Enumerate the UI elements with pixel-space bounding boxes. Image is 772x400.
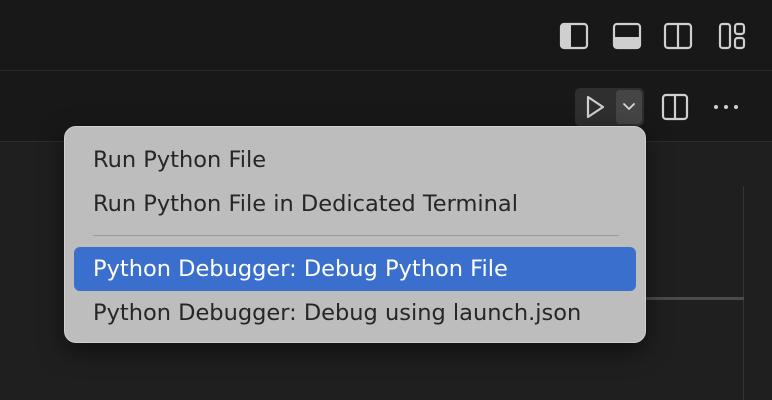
menu-item-label: Python Debugger: Debug Python File	[93, 256, 508, 282]
run-python-file-button[interactable]	[575, 88, 615, 126]
run-dropdown-button[interactable]	[616, 90, 642, 124]
more-actions-icon	[714, 105, 738, 109]
menu-item-label: Run Python File	[93, 147, 267, 173]
toggle-primary-sidebar-button[interactable]	[558, 20, 590, 52]
menu-separator	[93, 235, 619, 236]
title-bar	[0, 0, 772, 71]
toggle-secondary-sidebar-icon	[663, 22, 693, 50]
menu-item-run-python-file[interactable]: Run Python File	[74, 138, 636, 182]
toggle-panel-icon	[612, 22, 642, 50]
customize-layout-icon	[718, 22, 746, 50]
menu-item-run-in-dedicated-terminal[interactable]: Run Python File in Dedicated Terminal	[74, 182, 636, 226]
toggle-panel-button[interactable]	[611, 20, 643, 52]
more-actions-button[interactable]	[707, 91, 745, 123]
minimap-line	[640, 297, 744, 300]
chevron-down-icon	[623, 103, 635, 110]
menu-item-label: Run Python File in Dedicated Terminal	[93, 191, 518, 217]
toggle-primary-sidebar-icon	[559, 22, 589, 50]
menu-item-label: Python Debugger: Debug using launch.json	[93, 300, 582, 326]
split-editor-icon	[661, 93, 689, 121]
toggle-secondary-sidebar-button[interactable]	[662, 20, 694, 52]
vscode-window: Run Python File Run Python File in Dedic…	[0, 0, 772, 400]
menu-item-debug-python-file[interactable]: Python Debugger: Debug Python File	[74, 247, 636, 291]
run-action-group	[575, 88, 644, 126]
run-dropdown-menu: Run Python File Run Python File in Dedic…	[64, 126, 646, 343]
play-icon	[586, 95, 605, 119]
minimap-border	[743, 186, 744, 400]
menu-item-debug-using-launch-json[interactable]: Python Debugger: Debug using launch.json	[74, 291, 636, 335]
split-editor-button[interactable]	[659, 91, 691, 123]
customize-layout-button[interactable]	[716, 20, 748, 52]
